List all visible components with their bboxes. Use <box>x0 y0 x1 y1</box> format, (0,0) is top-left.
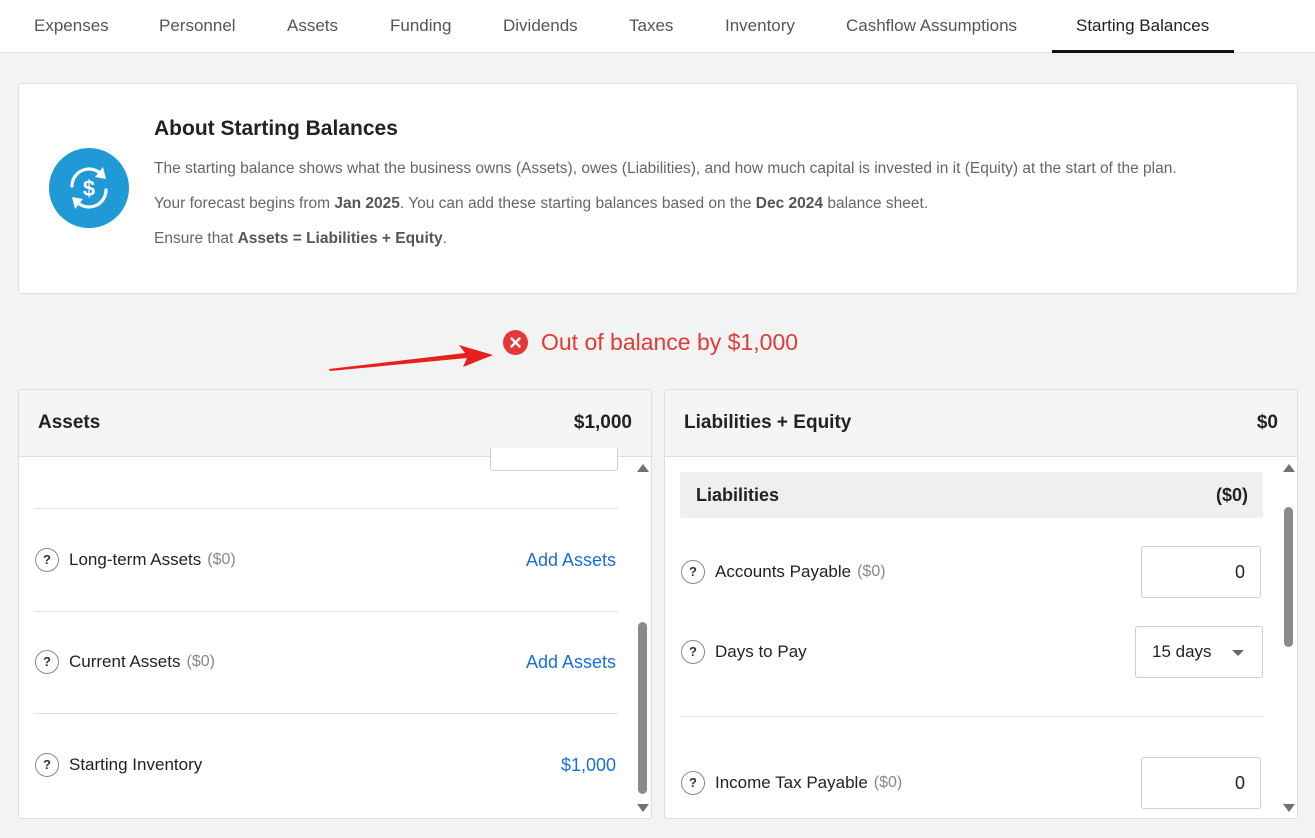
assets-title: Assets <box>38 412 101 433</box>
error-circle-icon <box>503 329 528 355</box>
liabilities-scrollbar[interactable] <box>1282 460 1295 816</box>
liabilities-section-header: Liabilities ($0) <box>680 472 1263 518</box>
income-tax-payable-input[interactable] <box>1141 757 1261 809</box>
divider <box>34 611 618 612</box>
income-tax-payable-label: Income Tax Payable <box>715 773 868 792</box>
current-assets-row: ? Current Assets ($0) <box>35 650 215 674</box>
help-icon[interactable]: ? <box>35 548 59 572</box>
liabilities-section-total: ($0) <box>1215 485 1248 505</box>
add-long-term-assets-link[interactable]: Add Assets <box>526 550 616 571</box>
divider <box>34 508 618 509</box>
starting-inventory-value-link[interactable]: $1,000 <box>561 755 616 776</box>
about-equation-note: Ensure that Assets = Liabilities + Equit… <box>154 230 447 247</box>
scroll-up-icon[interactable] <box>1283 464 1295 472</box>
assets-panel: Assets $1,000 ? Long-term Assets ($0) Ad… <box>18 389 652 819</box>
about-forecast-start: Your forecast begins from Jan 2025. You … <box>154 195 929 212</box>
tab-personnel[interactable]: Personnel <box>159 0 236 53</box>
days-to-pay-label: Days to Pay <box>715 642 807 661</box>
annotation-arrow-icon <box>329 345 493 371</box>
about-card: $ About Starting Balances The starting b… <box>18 83 1298 294</box>
current-assets-label: Current Assets <box>69 652 181 671</box>
liabilities-section-title: Liabilities <box>696 485 780 505</box>
assets-scrollbar[interactable] <box>636 460 649 816</box>
long-term-assets-label: Long-term Assets <box>69 550 202 569</box>
income-tax-payable-amount: ($0) <box>873 774 903 791</box>
days-to-pay-value: 15 days <box>1152 642 1212 661</box>
tab-dividends[interactable]: Dividends <box>503 0 578 53</box>
tab-taxes[interactable]: Taxes <box>629 0 673 53</box>
current-assets-amount: ($0) <box>186 653 215 670</box>
liabilities-equity-header: Liabilities + Equity $0 <box>665 390 1297 457</box>
long-term-assets-row: ? Long-term Assets ($0) <box>35 548 236 572</box>
scroll-down-icon[interactable] <box>1283 804 1295 812</box>
days-to-pay-row: ? Days to Pay <box>681 640 807 664</box>
help-icon[interactable]: ? <box>35 650 59 674</box>
assets-total: $1,000 <box>573 412 632 433</box>
partial-input[interactable] <box>490 448 618 471</box>
help-icon[interactable]: ? <box>681 771 705 795</box>
liabilities-equity-total: $0 <box>1256 412 1278 433</box>
add-current-assets-link[interactable]: Add Assets <box>526 652 616 673</box>
tab-starting-balances[interactable]: Starting Balances <box>1051 0 1235 53</box>
tab-funding[interactable]: Funding <box>390 0 451 53</box>
divider <box>680 716 1264 717</box>
divider <box>34 713 618 714</box>
scroll-down-icon[interactable] <box>637 804 649 812</box>
svg-text:$: $ <box>83 176 95 201</box>
tab-inventory[interactable]: Inventory <box>725 0 795 53</box>
starting-inventory-label: Starting Inventory <box>69 755 203 774</box>
help-icon[interactable]: ? <box>681 640 705 664</box>
tab-bar: Expenses Personnel Assets Funding Divide… <box>0 0 1315 53</box>
assets-panel-header: Assets $1,000 <box>19 390 651 457</box>
long-term-assets-amount: ($0) <box>207 551 236 568</box>
scroll-thumb[interactable] <box>1284 507 1293 647</box>
scroll-up-icon[interactable] <box>637 464 649 472</box>
accounts-payable-amount: ($0) <box>857 563 886 580</box>
balance-status: Out of balance by $1,000 <box>503 328 798 356</box>
accounts-payable-row: ? Accounts Payable ($0) <box>681 560 886 584</box>
dollar-refresh-icon: $ <box>49 148 129 228</box>
tab-assets[interactable]: Assets <box>287 0 338 53</box>
chevron-down-icon <box>1232 650 1244 656</box>
balance-status-text: Out of balance by $1,000 <box>541 328 799 355</box>
about-title: About Starting Balances <box>154 117 398 140</box>
liabilities-equity-panel: Liabilities + Equity $0 Liabilities ($0)… <box>664 389 1298 819</box>
scroll-thumb[interactable] <box>638 622 647 794</box>
days-to-pay-select[interactable]: 15 days <box>1135 626 1263 678</box>
help-icon[interactable]: ? <box>681 560 705 584</box>
about-description: The starting balance shows what the busi… <box>154 160 1177 177</box>
liabilities-equity-title: Liabilities + Equity <box>684 412 852 433</box>
accounts-payable-label: Accounts Payable <box>715 562 852 581</box>
help-icon[interactable]: ? <box>35 753 59 777</box>
tab-expenses[interactable]: Expenses <box>34 0 109 53</box>
accounts-payable-input[interactable] <box>1141 546 1261 598</box>
income-tax-payable-row: ? Income Tax Payable ($0) <box>681 771 902 795</box>
starting-inventory-row: ? Starting Inventory <box>35 753 202 777</box>
tab-cashflow-assumptions[interactable]: Cashflow Assumptions <box>846 0 1017 53</box>
